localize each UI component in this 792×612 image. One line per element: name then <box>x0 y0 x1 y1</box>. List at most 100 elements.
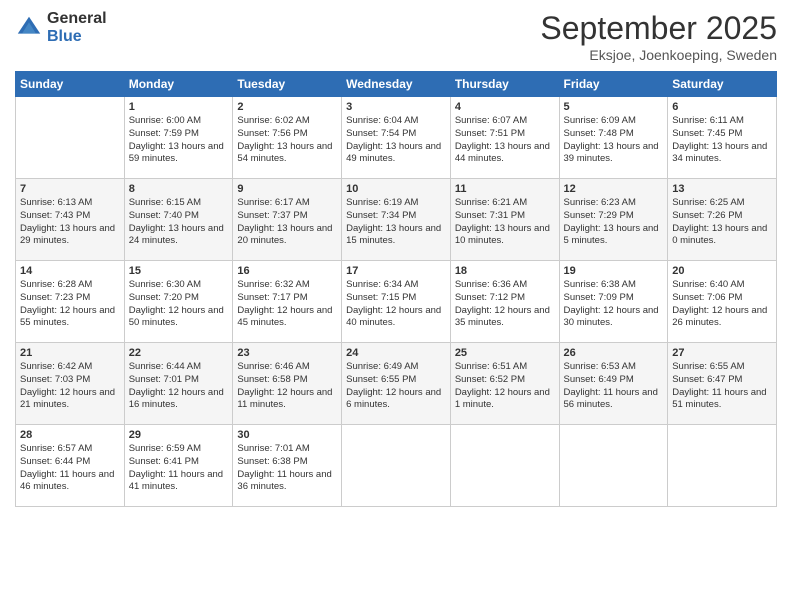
sunrise: Sunrise: 6:21 AM <box>455 197 527 208</box>
cell-content: Sunrise: 6:34 AM Sunset: 7:15 PM Dayligh… <box>346 279 446 330</box>
calendar-cell: 28 Sunrise: 6:57 AM Sunset: 6:44 PM Dayl… <box>16 425 125 507</box>
daylight: Daylight: 13 hours and 39 minutes. <box>564 141 659 165</box>
sunrise: Sunrise: 6:00 AM <box>129 115 201 126</box>
cell-content: Sunrise: 6:21 AM Sunset: 7:31 PM Dayligh… <box>455 197 555 248</box>
daylight: Daylight: 13 hours and 20 minutes. <box>237 223 332 247</box>
day-number: 7 <box>20 183 120 195</box>
sunset: Sunset: 7:37 PM <box>237 210 307 221</box>
sunset: Sunset: 7:54 PM <box>346 128 416 139</box>
calendar-cell: 3 Sunrise: 6:04 AM Sunset: 7:54 PM Dayli… <box>342 97 451 179</box>
sunrise: Sunrise: 6:17 AM <box>237 197 309 208</box>
header-cell-saturday: Saturday <box>668 72 777 97</box>
sunrise: Sunrise: 6:04 AM <box>346 115 418 126</box>
calendar-cell: 10 Sunrise: 6:19 AM Sunset: 7:34 PM Dayl… <box>342 179 451 261</box>
day-number: 4 <box>455 101 555 113</box>
sunset: Sunset: 7:09 PM <box>564 292 634 303</box>
day-number: 17 <box>346 265 446 277</box>
day-number: 3 <box>346 101 446 113</box>
header-cell-thursday: Thursday <box>450 72 559 97</box>
calendar-cell: 25 Sunrise: 6:51 AM Sunset: 6:52 PM Dayl… <box>450 343 559 425</box>
sunset: Sunset: 7:59 PM <box>129 128 199 139</box>
cell-content: Sunrise: 6:04 AM Sunset: 7:54 PM Dayligh… <box>346 115 446 166</box>
week-row-3: 14 Sunrise: 6:28 AM Sunset: 7:23 PM Dayl… <box>16 261 777 343</box>
daylight: Daylight: 13 hours and 44 minutes. <box>455 141 550 165</box>
daylight: Daylight: 12 hours and 50 minutes. <box>129 305 224 329</box>
cell-content: Sunrise: 6:42 AM Sunset: 7:03 PM Dayligh… <box>20 361 120 412</box>
daylight: Daylight: 13 hours and 10 minutes. <box>455 223 550 247</box>
daylight: Daylight: 12 hours and 40 minutes. <box>346 305 441 329</box>
month-title: September 2025 <box>540 10 777 47</box>
calendar-cell: 26 Sunrise: 6:53 AM Sunset: 6:49 PM Dayl… <box>559 343 668 425</box>
day-number: 29 <box>129 429 229 441</box>
day-number: 9 <box>237 183 337 195</box>
sunset: Sunset: 7:03 PM <box>20 374 90 385</box>
sunrise: Sunrise: 6:09 AM <box>564 115 636 126</box>
sunrise: Sunrise: 6:07 AM <box>455 115 527 126</box>
daylight: Daylight: 12 hours and 21 minutes. <box>20 387 115 411</box>
cell-content: Sunrise: 6:02 AM Sunset: 7:56 PM Dayligh… <box>237 115 337 166</box>
day-number: 14 <box>20 265 120 277</box>
day-number: 6 <box>672 101 772 113</box>
cell-content: Sunrise: 6:53 AM Sunset: 6:49 PM Dayligh… <box>564 361 664 412</box>
day-number: 24 <box>346 347 446 359</box>
calendar-cell <box>342 425 451 507</box>
calendar-cell <box>16 97 125 179</box>
sunset: Sunset: 6:55 PM <box>346 374 416 385</box>
cell-content: Sunrise: 6:57 AM Sunset: 6:44 PM Dayligh… <box>20 443 120 494</box>
cell-content: Sunrise: 6:15 AM Sunset: 7:40 PM Dayligh… <box>129 197 229 248</box>
daylight: Daylight: 12 hours and 6 minutes. <box>346 387 441 411</box>
sunset: Sunset: 7:26 PM <box>672 210 742 221</box>
sunrise: Sunrise: 6:25 AM <box>672 197 744 208</box>
daylight: Daylight: 11 hours and 56 minutes. <box>564 387 658 411</box>
sunset: Sunset: 7:23 PM <box>20 292 90 303</box>
day-number: 15 <box>129 265 229 277</box>
calendar-cell: 11 Sunrise: 6:21 AM Sunset: 7:31 PM Dayl… <box>450 179 559 261</box>
sunrise: Sunrise: 6:32 AM <box>237 279 309 290</box>
daylight: Daylight: 12 hours and 16 minutes. <box>129 387 224 411</box>
calendar-cell: 2 Sunrise: 6:02 AM Sunset: 7:56 PM Dayli… <box>233 97 342 179</box>
cell-content: Sunrise: 6:19 AM Sunset: 7:34 PM Dayligh… <box>346 197 446 248</box>
calendar-cell: 5 Sunrise: 6:09 AM Sunset: 7:48 PM Dayli… <box>559 97 668 179</box>
cell-content: Sunrise: 6:25 AM Sunset: 7:26 PM Dayligh… <box>672 197 772 248</box>
sunset: Sunset: 6:38 PM <box>237 456 307 467</box>
daylight: Daylight: 12 hours and 35 minutes. <box>455 305 550 329</box>
calendar-cell: 6 Sunrise: 6:11 AM Sunset: 7:45 PM Dayli… <box>668 97 777 179</box>
daylight: Daylight: 13 hours and 49 minutes. <box>346 141 441 165</box>
day-number: 12 <box>564 183 664 195</box>
sunset: Sunset: 7:15 PM <box>346 292 416 303</box>
calendar-cell: 18 Sunrise: 6:36 AM Sunset: 7:12 PM Dayl… <box>450 261 559 343</box>
sunrise: Sunrise: 7:01 AM <box>237 443 309 454</box>
sunrise: Sunrise: 6:36 AM <box>455 279 527 290</box>
calendar-cell: 20 Sunrise: 6:40 AM Sunset: 7:06 PM Dayl… <box>668 261 777 343</box>
calendar-cell: 1 Sunrise: 6:00 AM Sunset: 7:59 PM Dayli… <box>124 97 233 179</box>
calendar-cell: 15 Sunrise: 6:30 AM Sunset: 7:20 PM Dayl… <box>124 261 233 343</box>
calendar-cell: 19 Sunrise: 6:38 AM Sunset: 7:09 PM Dayl… <box>559 261 668 343</box>
sunset: Sunset: 7:51 PM <box>455 128 525 139</box>
sunset: Sunset: 7:34 PM <box>346 210 416 221</box>
daylight: Daylight: 12 hours and 55 minutes. <box>20 305 115 329</box>
cell-content: Sunrise: 6:17 AM Sunset: 7:37 PM Dayligh… <box>237 197 337 248</box>
daylight: Daylight: 12 hours and 30 minutes. <box>564 305 659 329</box>
sunset: Sunset: 7:01 PM <box>129 374 199 385</box>
sunrise: Sunrise: 6:53 AM <box>564 361 636 372</box>
cell-content: Sunrise: 6:23 AM Sunset: 7:29 PM Dayligh… <box>564 197 664 248</box>
calendar-table: SundayMondayTuesdayWednesdayThursdayFrid… <box>15 71 777 507</box>
cell-content: Sunrise: 6:40 AM Sunset: 7:06 PM Dayligh… <box>672 279 772 330</box>
cell-content: Sunrise: 6:11 AM Sunset: 7:45 PM Dayligh… <box>672 115 772 166</box>
day-number: 8 <box>129 183 229 195</box>
cell-content: Sunrise: 6:13 AM Sunset: 7:43 PM Dayligh… <box>20 197 120 248</box>
day-number: 10 <box>346 183 446 195</box>
day-number: 18 <box>455 265 555 277</box>
daylight: Daylight: 11 hours and 36 minutes. <box>237 469 331 493</box>
sunrise: Sunrise: 6:40 AM <box>672 279 744 290</box>
calendar-cell: 7 Sunrise: 6:13 AM Sunset: 7:43 PM Dayli… <box>16 179 125 261</box>
day-number: 27 <box>672 347 772 359</box>
sunset: Sunset: 7:12 PM <box>455 292 525 303</box>
cell-content: Sunrise: 6:55 AM Sunset: 6:47 PM Dayligh… <box>672 361 772 412</box>
day-number: 30 <box>237 429 337 441</box>
calendar-cell: 4 Sunrise: 6:07 AM Sunset: 7:51 PM Dayli… <box>450 97 559 179</box>
calendar-cell: 14 Sunrise: 6:28 AM Sunset: 7:23 PM Dayl… <box>16 261 125 343</box>
cell-content: Sunrise: 6:09 AM Sunset: 7:48 PM Dayligh… <box>564 115 664 166</box>
daylight: Daylight: 11 hours and 46 minutes. <box>20 469 114 493</box>
day-number: 1 <box>129 101 229 113</box>
